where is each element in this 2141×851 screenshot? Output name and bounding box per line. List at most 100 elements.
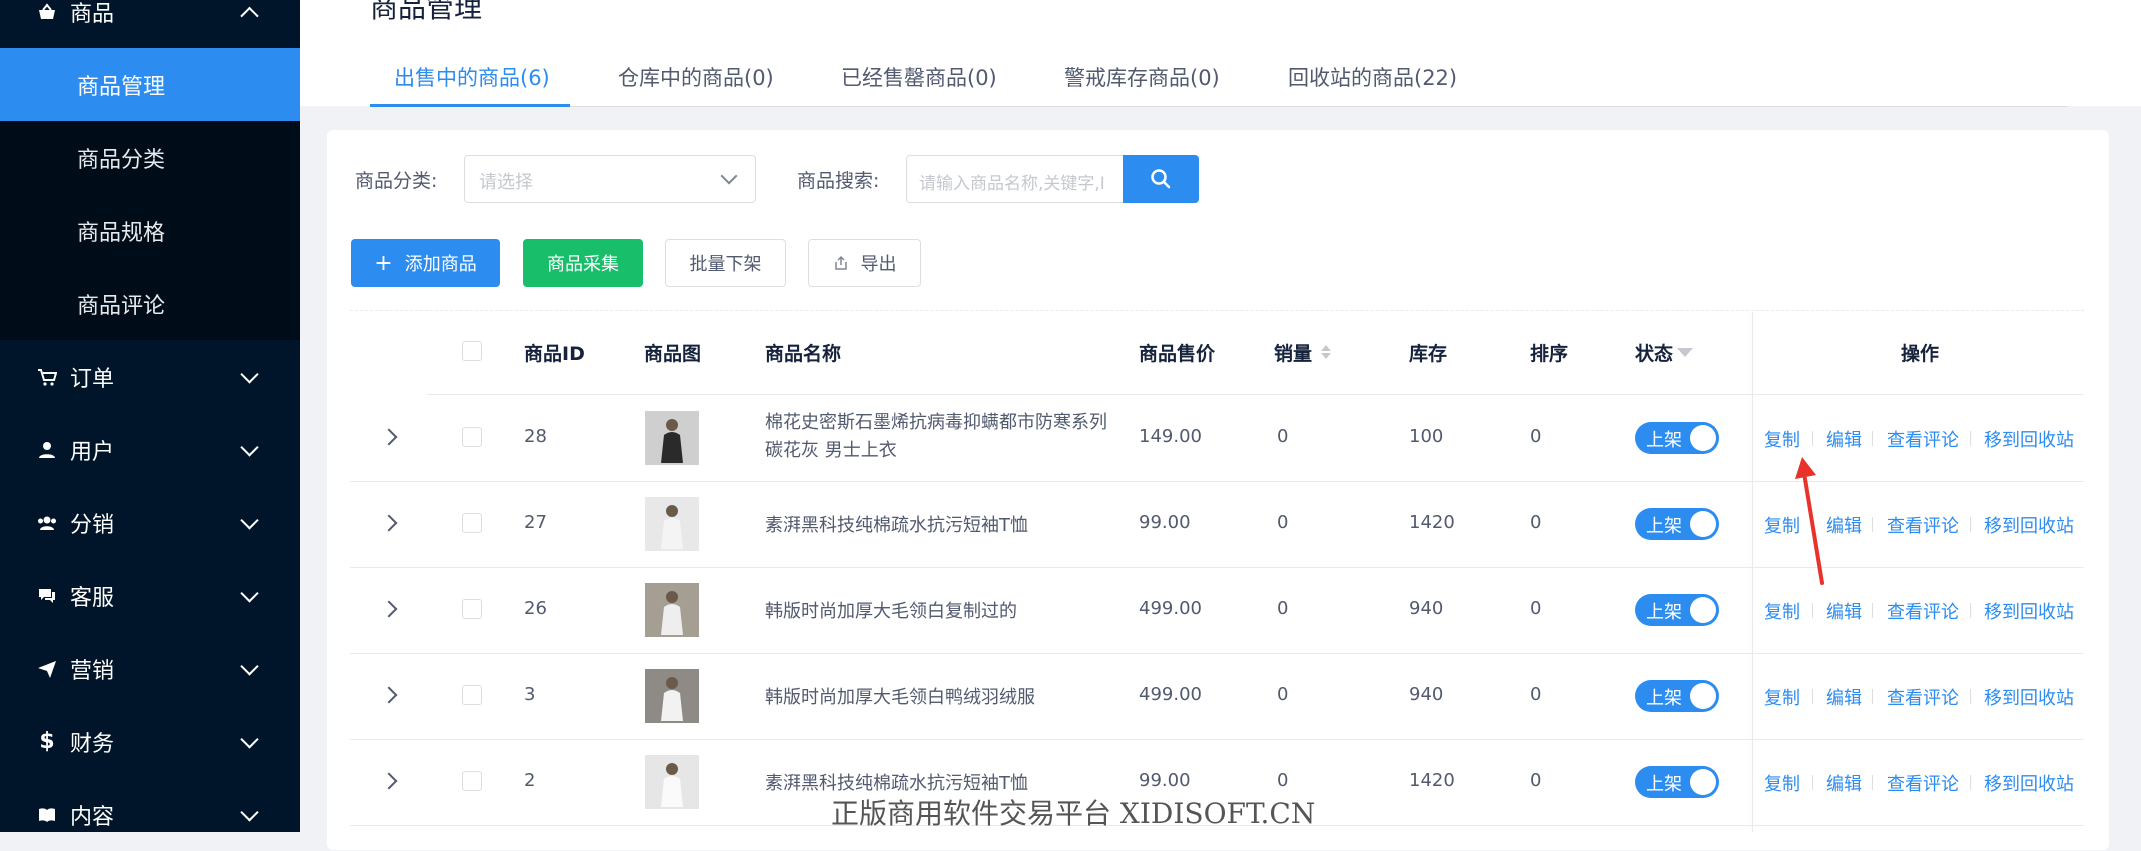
search-label: 商品搜索:	[797, 170, 880, 192]
header-divider	[427, 394, 2084, 395]
tab-sold-out[interactable]: 已经售罄商品(0)	[841, 62, 997, 104]
chevron-down-icon	[240, 802, 259, 822]
edit-button[interactable]: 编辑	[1826, 426, 1862, 452]
status-toggle[interactable]: 上架	[1635, 766, 1719, 798]
move-to-recycle-button[interactable]: 移到回收站	[1984, 770, 2074, 796]
row-divider	[350, 739, 2084, 740]
col-header-sales[interactable]: 销量	[1274, 339, 1312, 366]
collect-goods-button[interactable]: 商品采集	[523, 239, 643, 287]
edit-button[interactable]: 编辑	[1826, 598, 1862, 624]
copy-button[interactable]: 复制	[1764, 770, 1800, 796]
view-reviews-button[interactable]: 查看评论	[1887, 684, 1959, 710]
goods-name: 韩版时尚加厚大毛领白复制过的	[765, 601, 1017, 622]
row-checkbox[interactable]	[462, 599, 482, 619]
send-icon	[36, 658, 58, 680]
tab-low-stock[interactable]: 警戒库存商品(0)	[1064, 62, 1220, 104]
sidebar-group-service[interactable]: 客服	[0, 559, 300, 632]
sidebar-group-distribution[interactable]: 分销	[0, 486, 300, 559]
goods-name: 素湃黑科技纯棉疏水抗污短袖T恤	[765, 515, 1028, 536]
status-toggle[interactable]: 上架	[1635, 680, 1719, 712]
select-all-checkbox[interactable]	[462, 341, 482, 361]
status-toggle[interactable]: 上架	[1635, 422, 1719, 454]
action-separator	[1812, 689, 1813, 704]
edit-button[interactable]: 编辑	[1826, 770, 1862, 796]
category-select[interactable]: 请选择	[464, 155, 756, 203]
sidebar-group-content[interactable]: 内容	[0, 778, 300, 851]
sidebar-group-order[interactable]: 订单	[0, 340, 300, 413]
col-header-price: 商品售价	[1139, 343, 1216, 365]
view-reviews-button[interactable]: 查看评论	[1887, 512, 1959, 538]
goods-sort: 0	[1530, 684, 1542, 705]
toggle-knob	[1690, 597, 1716, 623]
goods-id: 27	[524, 512, 547, 533]
toggle-knob	[1690, 511, 1716, 537]
row-checkbox[interactable]	[462, 771, 482, 791]
copy-button[interactable]: 复制	[1764, 684, 1800, 710]
action-separator	[1872, 431, 1873, 446]
status-toggle-label: 上架	[1646, 430, 1682, 451]
goods-thumbnail	[645, 669, 699, 723]
col-header-sort: 排序	[1530, 343, 1569, 365]
view-reviews-button[interactable]: 查看评论	[1887, 770, 1959, 796]
status-toggle[interactable]: 上架	[1635, 508, 1719, 540]
goods-sales: 0	[1277, 770, 1289, 791]
goods-sales: 0	[1277, 684, 1289, 705]
chevron-up-icon	[240, 6, 259, 25]
goods-sort: 0	[1530, 512, 1542, 533]
goods-stock: 100	[1409, 426, 1444, 447]
status-toggle[interactable]: 上架	[1635, 594, 1719, 626]
action-separator	[1812, 603, 1813, 618]
move-to-recycle-button[interactable]: 移到回收站	[1984, 512, 2074, 538]
goods-sort: 0	[1530, 426, 1542, 447]
sidebar-item-label: 商品分类	[77, 147, 166, 173]
export-button[interactable]: 导出	[808, 239, 921, 287]
row-checkbox[interactable]	[462, 427, 482, 447]
action-separator	[1970, 603, 1971, 618]
copy-button[interactable]: 复制	[1764, 426, 1800, 452]
user-icon	[36, 439, 58, 461]
tab-on-sale[interactable]: 出售中的商品(6)	[394, 62, 550, 104]
move-to-recycle-button[interactable]: 移到回收站	[1984, 598, 2074, 624]
view-reviews-button[interactable]: 查看评论	[1887, 426, 1959, 452]
filter-icon[interactable]	[1677, 348, 1693, 357]
batch-offshelf-label: 批量下架	[689, 254, 762, 275]
add-goods-button[interactable]: + 添加商品	[351, 239, 500, 287]
row-checkbox[interactable]	[462, 685, 482, 705]
batch-offshelf-button[interactable]: 批量下架	[665, 239, 786, 287]
goods-price: 99.00	[1139, 512, 1191, 533]
sidebar-group-finance[interactable]: $ 财务	[0, 705, 300, 778]
sidebar-item-label: 商品评论	[77, 293, 166, 319]
sidebar-group-goods[interactable]: 商品	[0, 0, 300, 48]
search-input[interactable]: 请输入商品名称,关键字,I	[906, 155, 1124, 203]
status-toggle-label: 上架	[1646, 688, 1682, 709]
sidebar-group-label: 订单	[70, 366, 115, 392]
fixed-column-divider	[1752, 312, 1753, 832]
sort-desc-icon[interactable]	[1321, 353, 1331, 359]
sort-asc-icon[interactable]	[1321, 345, 1331, 351]
tab-recycle-bin[interactable]: 回收站的商品(22)	[1288, 62, 1457, 104]
sidebar-group-label: 用户	[70, 439, 115, 465]
view-reviews-button[interactable]: 查看评论	[1887, 598, 1959, 624]
move-to-recycle-button[interactable]: 移到回收站	[1984, 426, 2074, 452]
move-to-recycle-button[interactable]: 移到回收站	[1984, 684, 2074, 710]
row-checkbox[interactable]	[462, 513, 482, 533]
sidebar-group-marketing[interactable]: 营销	[0, 632, 300, 705]
toggle-knob	[1690, 683, 1716, 709]
copy-button[interactable]: 复制	[1764, 598, 1800, 624]
sidebar-item-goods-category[interactable]: 商品分类	[0, 121, 300, 194]
chevron-down-icon	[240, 437, 259, 457]
search-button[interactable]	[1123, 155, 1199, 203]
sidebar-group-user[interactable]: 用户	[0, 413, 300, 486]
search-placeholder: 请输入商品名称,关键字,I	[919, 174, 1105, 194]
action-separator	[1970, 431, 1971, 446]
goods-price: 99.00	[1139, 770, 1191, 791]
sidebar-item-goods-manage[interactable]: 商品管理	[0, 48, 300, 121]
goods-sales: 0	[1277, 512, 1289, 533]
goods-stock: 940	[1409, 684, 1444, 705]
tab-warehouse[interactable]: 仓库中的商品(0)	[618, 62, 774, 104]
sidebar-item-goods-review[interactable]: 商品评论	[0, 267, 300, 340]
edit-button[interactable]: 编辑	[1826, 512, 1862, 538]
annotation-arrow-icon	[1795, 457, 1824, 585]
edit-button[interactable]: 编辑	[1826, 684, 1862, 710]
sidebar-item-goods-spec[interactable]: 商品规格	[0, 194, 300, 267]
